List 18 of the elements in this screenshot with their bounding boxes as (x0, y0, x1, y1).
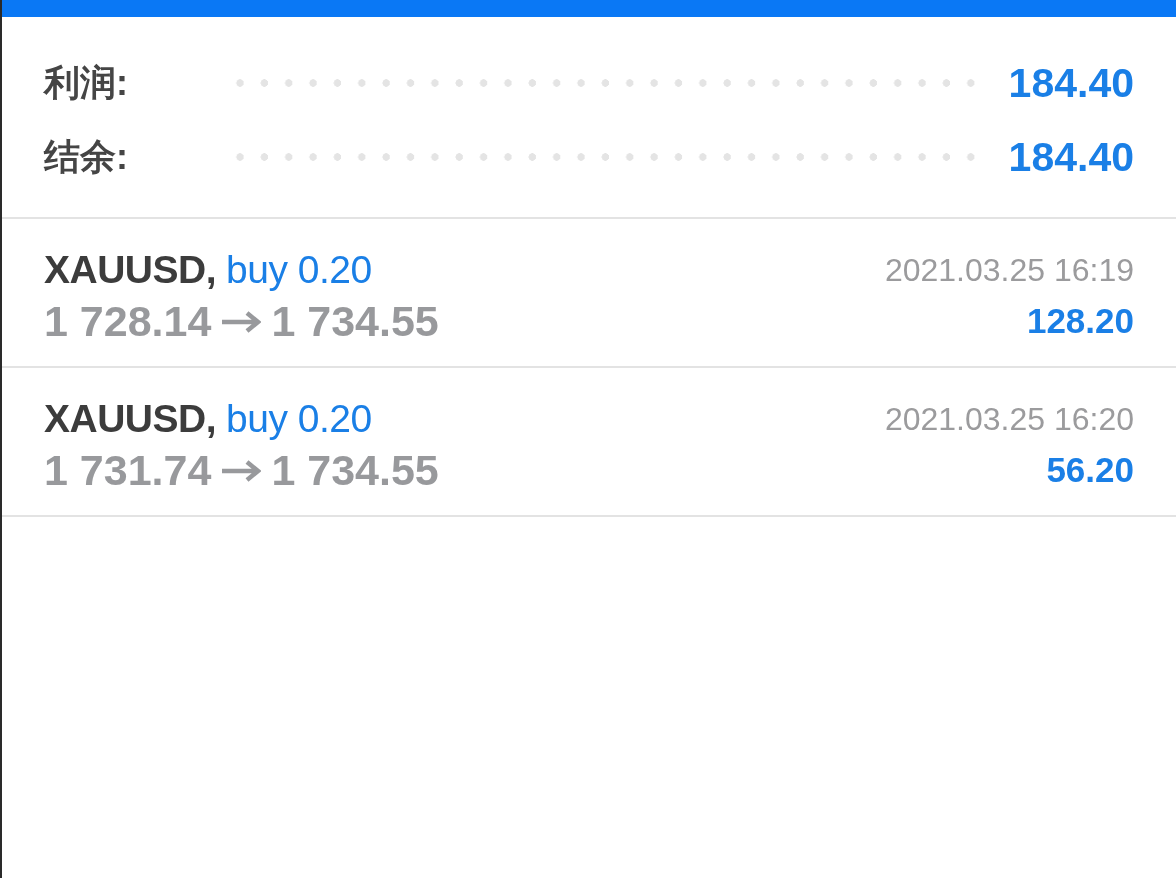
open-price: 1 731.74 (44, 445, 212, 495)
deal-time: 2021.03.25 16:20 (884, 400, 1134, 438)
deal-symbol: XAUUSD, (44, 397, 217, 441)
arrow-icon (221, 459, 262, 483)
arrow-icon (221, 310, 262, 334)
deal-profit: 56.20 (1046, 450, 1134, 490)
summary-label: 结余: (44, 134, 128, 179)
deal-profit: 128.20 (1026, 301, 1134, 341)
summary-value: 184.40 (1008, 59, 1134, 107)
deal-symbol: XAUUSD, (44, 248, 217, 292)
close-price: 1 734.55 (271, 296, 439, 346)
deal-order: buy 0.20 (226, 248, 372, 292)
deal-time: 2021.03.25 16:19 (884, 251, 1134, 289)
open-price: 1 728.14 (44, 296, 212, 346)
deal-order: buy 0.20 (226, 397, 372, 441)
summary-label: 利润: (44, 60, 128, 105)
close-price: 1 734.55 (271, 445, 439, 495)
summary-value: 184.40 (1008, 133, 1134, 181)
